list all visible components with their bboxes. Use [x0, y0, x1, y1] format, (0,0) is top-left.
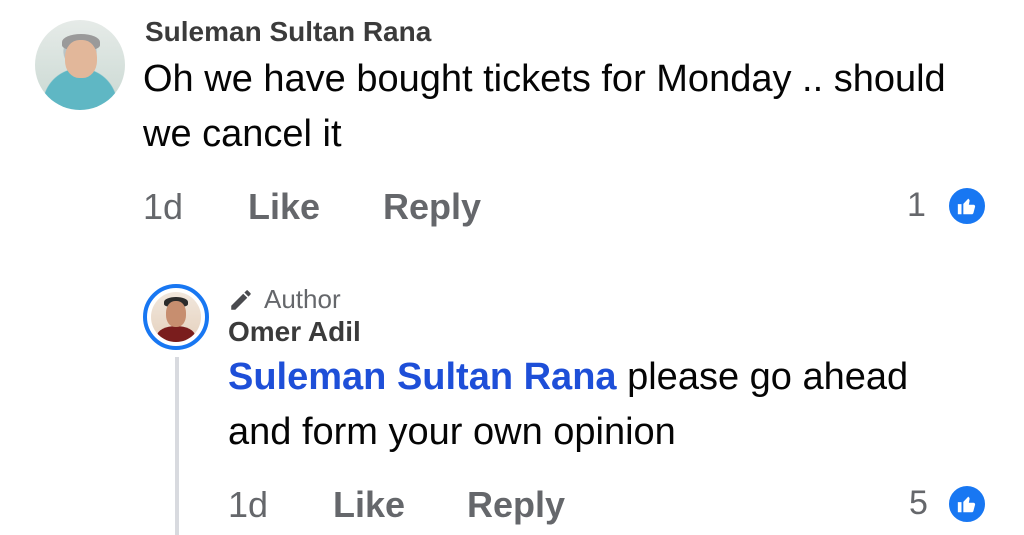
comment-text: Oh we have bought tickets for Monday .. …: [143, 58, 946, 155]
comment-author-name[interactable]: Suleman Sultan Rana: [145, 16, 431, 48]
avatar[interactable]: [35, 20, 125, 110]
author-badge: Author: [228, 284, 341, 315]
thread-line: [175, 357, 179, 535]
thumbs-up-icon[interactable]: [946, 185, 988, 227]
reaction-count[interactable]: 5: [909, 484, 928, 523]
reaction-count[interactable]: 1: [907, 186, 926, 225]
author-badge-label: Author: [264, 284, 341, 314]
reply-author-name[interactable]: Omer Adil: [228, 316, 361, 348]
like-button[interactable]: Like: [333, 484, 405, 526]
thumbs-up-icon-glyph: [957, 496, 976, 513]
avatar-face: [166, 301, 186, 327]
avatar-body: [157, 326, 195, 342]
pencil-icon: [231, 289, 251, 310]
like-button[interactable]: Like: [248, 186, 320, 228]
avatar-face: [65, 40, 97, 78]
reply-text: Suleman Sultan Rana please go ahead and …: [228, 350, 948, 460]
mention-link[interactable]: Suleman Sultan Rana: [228, 356, 617, 398]
thumbs-up-icon[interactable]: [946, 483, 988, 525]
avatar[interactable]: [151, 292, 201, 342]
comment-timestamp[interactable]: 1d: [143, 186, 183, 228]
reply-button[interactable]: Reply: [467, 484, 565, 526]
reply-timestamp[interactable]: 1d: [228, 484, 268, 526]
reply-button[interactable]: Reply: [383, 186, 481, 228]
thumbs-up-icon-glyph: [957, 198, 976, 215]
